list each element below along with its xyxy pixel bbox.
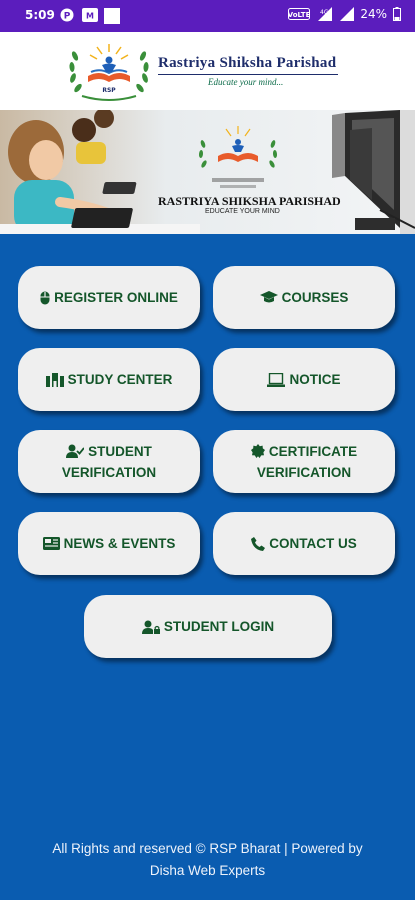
footer-copyright: All Rights and reserved © RSP Bharat | P… [52,841,363,856]
student-verification-button[interactable]: STUDENT VERIFICATION [18,430,200,493]
student-login-button[interactable]: STUDENT LOGIN [84,595,332,658]
footer-credit: Disha Web Experts [149,863,266,878]
newspaper-icon [42,537,60,550]
battery-percent: 24% [360,7,387,21]
rsp-logo-icon: RSP [69,44,149,101]
banner-title: RASTRIYA SHIKSHA PARISHAD [158,194,341,208]
status-bar: 5:09 P M VoLTE 4G 24% [0,0,415,32]
students-computers-image [0,110,415,234]
svg-text:4G: 4G [320,9,329,16]
signal-4g-icon: 4G [318,7,333,21]
graduation-cap-icon [259,291,278,303]
banner-tagline: EDUCATE YOUR MIND [205,208,280,215]
study-center-button[interactable]: STUDY CENTER [18,348,200,411]
user-check-icon [66,444,85,458]
student-verification-label-2: VERIFICATION [61,464,157,480]
student-login-label: STUDENT LOGIN [163,619,275,634]
laptop-icon [267,372,286,387]
classroom-icon [45,372,64,387]
status-right: VoLTE 4G 24% [288,7,401,21]
mail-notification-icon: M [82,8,98,22]
news-events-label: NEWS & EVENTS [63,536,176,551]
status-time: 5:09 [25,8,55,22]
svg-text:P: P [64,12,71,22]
square-notification-icon [104,8,120,24]
battery-icon [393,7,401,21]
courses-label: COURSES [281,290,349,305]
svg-text:VoLTE: VoLTE [288,11,310,19]
user-lock-icon [141,620,160,634]
app-notification-icon: P [60,8,74,22]
news-events-button[interactable]: NEWS & EVENTS [18,512,200,575]
certificate-verification-label-2: VERIFICATION [256,464,352,480]
notice-label: NOTICE [289,372,341,387]
contact-us-button[interactable]: CONTACT US [213,512,395,575]
mouse-icon [40,291,50,304]
org-tagline: Educate your mind... [208,77,284,87]
signal-icon [340,7,355,21]
notice-button[interactable]: NOTICE [213,348,395,411]
register-online-label: REGISTER ONLINE [54,290,178,305]
svg-text:M: M [86,12,94,21]
logo-badge-text: RSP [102,87,116,94]
student-verification-label-1: STUDENT [88,443,152,459]
courses-button[interactable]: COURSES [213,266,395,329]
study-center-label: STUDY CENTER [67,372,173,387]
hero-banner [0,110,415,234]
phone-icon [251,536,266,551]
volte-icon: VoLTE [288,8,311,20]
certificate-verification-label-1: CERTIFICATE [268,443,358,459]
register-online-button[interactable]: REGISTER ONLINE [18,266,200,329]
footer: All Rights and reserved © RSP Bharat | P… [0,838,415,882]
certificate-verification-button[interactable]: CERTIFICATE VERIFICATION [213,430,395,493]
org-name: Rastriya Shiksha Parishad [158,55,337,71]
certificate-badge-icon [250,444,265,458]
logo-divider [158,74,338,75]
contact-us-label: CONTACT US [269,536,357,551]
